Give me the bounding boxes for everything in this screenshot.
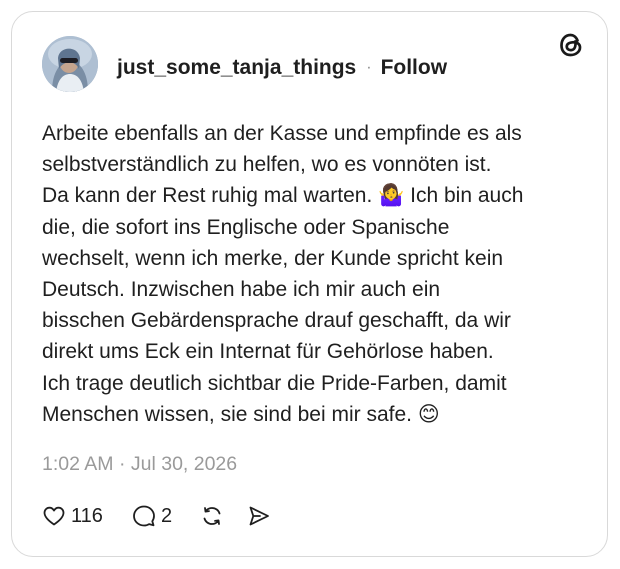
threads-logo-icon[interactable] [557, 31, 585, 59]
post-text-line: Deutsch. Inzwischen habe ich mir auch ei… [42, 278, 441, 302]
send-icon [249, 506, 269, 526]
follow-button[interactable]: Follow [381, 56, 448, 80]
post-text-line: Ich trage deutlich sichtbar die Pride-Fa… [42, 371, 507, 395]
reply-count: 2 [161, 504, 173, 527]
share-button[interactable] [247, 502, 271, 530]
like-count: 116 [71, 504, 103, 527]
post-header: just_some_tanja_things · Follow [117, 55, 447, 81]
post-text-line: Da kann der Rest ruhig mal warten. 🤷‍♀️ … [42, 184, 524, 208]
separator-dot: · [366, 59, 372, 76]
post-text-line: wechselt, wenn ich merke, der Kunde spri… [42, 246, 504, 270]
avatar[interactable] [42, 36, 98, 92]
comment-icon [133, 505, 155, 527]
username[interactable]: just_some_tanja_things [117, 56, 356, 80]
post-text-line: selbstverständlich zu helfen, wo es vonn… [42, 153, 492, 177]
post-body: Arbeite ebenfalls an der Kasse und empfi… [42, 118, 572, 430]
post-text-line: Arbeite ebenfalls an der Kasse und empfi… [42, 122, 522, 145]
repost-icon [203, 507, 221, 525]
post-text-line: direkt ums Eck ein Internat für Gehörlos… [42, 340, 494, 364]
post-text-line: bisschen Gebärdensprache drauf geschafft… [42, 309, 511, 333]
post-text-line: die, die sofort ins Englische oder Spani… [42, 215, 450, 239]
post-text-line: Menschen wissen, sie sind bei mir safe. … [42, 402, 440, 426]
repost-button[interactable] [200, 502, 224, 530]
avatar-photo [42, 36, 98, 92]
post-timestamp[interactable]: 1:02 AM · Jul 30, 2026 [42, 453, 237, 476]
heart-icon [43, 506, 65, 526]
reply-button[interactable]: 2 [132, 502, 172, 530]
like-button[interactable]: 116 [42, 502, 103, 530]
